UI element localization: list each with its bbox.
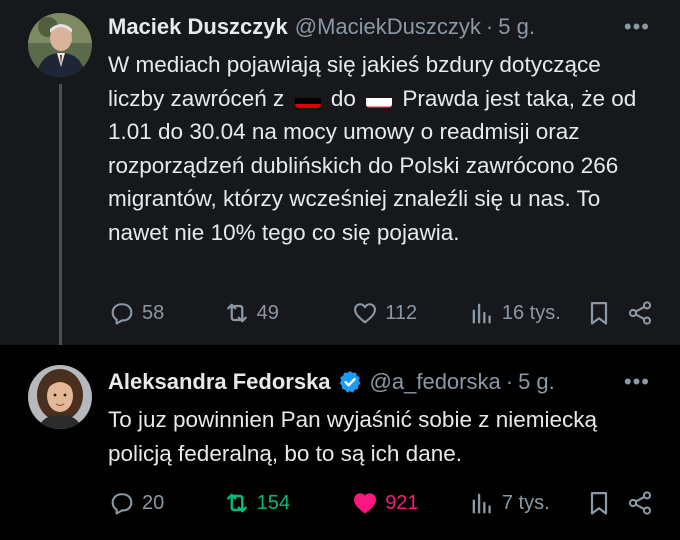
like-count: 112 bbox=[385, 301, 418, 324]
tweet-text: W mediach pojawiają się jakieś bzdury do… bbox=[108, 48, 656, 249]
avatar-maciek-duszczyk[interactable] bbox=[28, 13, 92, 77]
author-name[interactable]: Maciek Duszczyk bbox=[108, 14, 288, 40]
repost-icon bbox=[226, 493, 247, 513]
views-chart-icon bbox=[472, 493, 491, 514]
views-button[interactable]: 16 tys. bbox=[468, 299, 585, 327]
reply-button[interactable]: 58 bbox=[108, 299, 223, 327]
author-handle[interactable]: @a_fedorska bbox=[370, 369, 501, 395]
repost-button[interactable]: 154 bbox=[223, 489, 352, 517]
action-bar: 20 154 921 7 tys. bbox=[108, 489, 654, 517]
repost-count: 49 bbox=[256, 301, 279, 324]
bookmark-icon bbox=[590, 491, 607, 515]
reply-count: 58 bbox=[142, 301, 165, 324]
heart-icon bbox=[354, 303, 377, 324]
share-button[interactable] bbox=[626, 299, 654, 327]
share-icon bbox=[628, 491, 652, 515]
bookmark-icon bbox=[590, 301, 607, 325]
action-bar: 58 49 112 16 tys. bbox=[108, 299, 654, 327]
avatar-aleksandra-fedorska[interactable] bbox=[28, 365, 92, 429]
poland-flag-icon bbox=[366, 91, 393, 108]
share-icon bbox=[628, 301, 652, 325]
tweet-text: To juz powinnien Pan wyjaśnić sobie z ni… bbox=[108, 407, 598, 466]
reply-button[interactable]: 20 bbox=[108, 489, 223, 517]
separator-dot: · bbox=[505, 369, 514, 394]
repost-button[interactable]: 49 bbox=[223, 299, 352, 327]
author-handle[interactable]: @MaciekDuszczyk bbox=[295, 14, 481, 40]
tweet-reply[interactable]: Aleksandra Fedorska @a_fedorska · 5 g. •… bbox=[0, 345, 680, 540]
like-button[interactable]: 921 bbox=[351, 489, 468, 517]
views-count: 7 tys. bbox=[501, 491, 550, 514]
author-name[interactable]: Aleksandra Fedorska bbox=[108, 369, 331, 395]
more-options-icon[interactable]: ••• bbox=[624, 14, 650, 40]
separator-dot: · bbox=[485, 14, 494, 39]
repost-count: 154 bbox=[256, 491, 291, 514]
reply-icon bbox=[111, 493, 133, 515]
views-chart-icon bbox=[472, 303, 491, 324]
tweet-header: Maciek Duszczyk @MaciekDuszczyk · 5 g. bbox=[108, 14, 535, 40]
like-button[interactable]: 112 bbox=[351, 299, 468, 327]
tweet-text-part: do bbox=[330, 85, 356, 111]
tweet-header: Aleksandra Fedorska @a_fedorska · 5 g. bbox=[108, 369, 555, 395]
views-button[interactable]: 7 tys. bbox=[468, 489, 585, 517]
bookmark-button[interactable] bbox=[585, 299, 627, 327]
bookmark-button[interactable] bbox=[585, 489, 627, 517]
repost-icon bbox=[226, 303, 247, 323]
thread-connector-line bbox=[59, 84, 62, 364]
reply-count: 20 bbox=[142, 491, 165, 514]
views-count: 16 tys. bbox=[501, 301, 561, 324]
timestamp[interactable]: 5 g. bbox=[518, 369, 555, 395]
germany-flag-icon bbox=[294, 91, 321, 108]
tweet-original[interactable]: Maciek Duszczyk @MaciekDuszczyk · 5 g. •… bbox=[0, 0, 680, 364]
timestamp[interactable]: 5 g. bbox=[498, 14, 535, 40]
verified-badge-icon bbox=[337, 369, 363, 395]
more-options-icon[interactable]: ••• bbox=[624, 369, 650, 395]
heart-icon bbox=[354, 493, 377, 514]
share-button[interactable] bbox=[626, 489, 654, 517]
reply-icon bbox=[111, 303, 133, 325]
like-count: 921 bbox=[385, 491, 419, 514]
